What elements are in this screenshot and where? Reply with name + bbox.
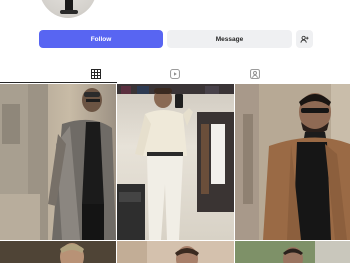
suggest-users-button[interactable]: [296, 30, 313, 48]
grid-icon[interactable]: [91, 69, 101, 79]
post-thumbnail-5[interactable]: [117, 241, 234, 263]
avatar-figure: [60, 0, 78, 14]
post-thumbnail-6[interactable]: [235, 241, 350, 263]
post-thumbnail-2[interactable]: [117, 84, 234, 240]
message-button[interactable]: Message: [167, 30, 292, 48]
post-thumbnail-4[interactable]: [0, 241, 116, 263]
post-thumbnail-1[interactable]: [0, 84, 116, 240]
photo-3: [235, 84, 350, 240]
profile-avatar[interactable]: [39, 0, 97, 18]
photo-1: [0, 84, 116, 240]
follow-button[interactable]: Follow: [39, 30, 163, 48]
photo-2: [117, 84, 234, 240]
add-user-icon: [300, 35, 309, 43]
photo-6: [235, 241, 350, 263]
post-thumbnail-3[interactable]: [235, 84, 350, 240]
profile-page: Follow Message: [0, 0, 350, 263]
reels-icon[interactable]: [170, 69, 180, 79]
tagged-icon[interactable]: [250, 69, 260, 79]
photo-4: [0, 241, 116, 263]
photo-5: [117, 241, 234, 263]
active-tab-indicator: [0, 82, 117, 83]
